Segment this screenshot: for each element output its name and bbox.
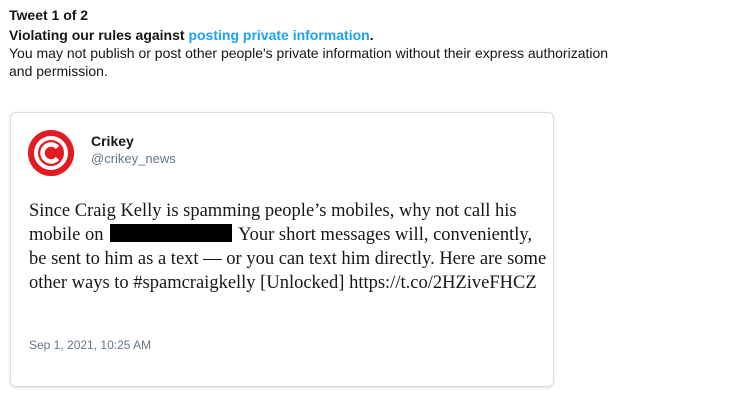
violation-line: Violating our rules against posting priv…: [9, 26, 709, 44]
redaction-box: [110, 224, 233, 242]
crikey-logo-icon[interactable]: [28, 130, 74, 176]
tweet-card[interactable]: Crikey @crikey_news Since Craig Kelly is…: [10, 112, 554, 387]
rule-link[interactable]: posting private information: [188, 27, 369, 43]
author-name[interactable]: Crikey: [91, 132, 176, 150]
notice-heading: Tweet 1 of 2: [9, 7, 89, 23]
violation-suffix: .: [369, 27, 374, 43]
violation-prefix: Violating our rules against: [9, 27, 189, 43]
tweet-author[interactable]: Crikey @crikey_news: [91, 132, 176, 168]
notice-body: You may not publish or post other people…: [9, 45, 609, 79]
author-handle[interactable]: @crikey_news: [91, 150, 176, 168]
policy-notice: Tweet 1 of 2 Violating our rules against…: [9, 6, 709, 80]
tweet-text: Since Craig Kelly is spamming people’s m…: [29, 199, 549, 295]
tweet-timestamp[interactable]: Sep 1, 2021, 10:25 AM: [29, 338, 151, 352]
tweet-link[interactable]: https://t.co/2HZiveFHCZ: [349, 273, 537, 293]
